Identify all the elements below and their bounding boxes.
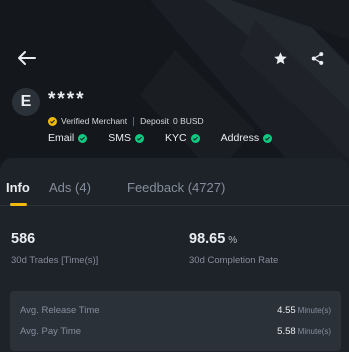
tab-ads[interactable]: Ads (4) xyxy=(49,180,91,195)
avg-release-time-row: Avg. Release Time 4.55 Minute(s) xyxy=(20,300,331,318)
completion-value: 98.65 xyxy=(189,231,226,247)
check-circle-icon xyxy=(190,133,200,143)
verification-email: Email xyxy=(48,132,88,144)
tab-feedback[interactable]: Feedback (4727) xyxy=(127,180,225,195)
avatar: E xyxy=(12,88,40,116)
merchant-name: **** xyxy=(48,89,86,110)
completion-label: 30d Completion Rate xyxy=(189,255,279,266)
verification-row: Email SMS KYC Address xyxy=(48,131,293,145)
profile-header: E **** Verified Merchant Deposit 0 BUSD … xyxy=(0,0,349,175)
tab-info[interactable]: Info xyxy=(6,180,30,195)
deposit-value: 0 BUSD xyxy=(172,116,204,126)
avg-release-time-label: Avg. Release Time xyxy=(20,305,100,316)
badge-divider xyxy=(133,116,135,126)
average-times-box: Avg. Release Time 4.55 Minute(s) Avg. Pay… xyxy=(10,291,341,351)
avg-pay-time-value-group: 5.58 Minute(s) xyxy=(277,321,331,339)
header-background-pattern xyxy=(0,0,349,175)
stat-completion-rate: 98.65% 30d Completion Rate xyxy=(189,231,278,266)
check-circle-icon xyxy=(135,133,145,143)
trades-value: 586 xyxy=(11,231,36,247)
merchant-badge-row: Verified Merchant Deposit 0 BUSD xyxy=(48,114,204,128)
verified-merchant-label: Verified Merchant xyxy=(61,116,128,126)
verification-sms: SMS xyxy=(108,132,145,144)
avg-release-time-value: 4.55 xyxy=(277,305,296,316)
avg-pay-time-label: Avg. Pay Time xyxy=(20,326,82,337)
verified-merchant-icon xyxy=(48,116,57,126)
avg-pay-time-unit: Minute(s) xyxy=(297,327,331,336)
profile-details-panel: Info Ads (4) Feedback (4727) 586 30d Tra… xyxy=(0,158,349,352)
back-arrow-icon[interactable] xyxy=(14,48,38,68)
trades-label: 30d Trades [Time(s)] xyxy=(11,255,99,266)
avg-release-time-unit: Minute(s) xyxy=(297,306,331,315)
verification-kyc: KYC xyxy=(165,132,200,144)
check-circle-icon xyxy=(78,133,88,143)
stat-30d-trades: 586 30d Trades [Time(s)] xyxy=(11,231,98,266)
active-tab-indicator xyxy=(10,203,27,206)
avg-release-time-value-group: 4.55 Minute(s) xyxy=(277,300,331,318)
verification-label: Email xyxy=(48,132,75,144)
avg-pay-time-value: 5.58 xyxy=(277,326,296,337)
share-icon[interactable] xyxy=(307,48,327,68)
merchant-profile-screen: E **** Verified Merchant Deposit 0 BUSD … xyxy=(0,0,349,352)
verification-address: Address xyxy=(221,132,273,144)
check-circle-icon xyxy=(263,133,273,143)
verification-label: SMS xyxy=(108,132,132,144)
verification-label: KYC xyxy=(165,132,187,144)
completion-unit: % xyxy=(228,235,238,246)
deposit-label: Deposit xyxy=(140,116,169,126)
star-icon[interactable] xyxy=(270,48,290,68)
verification-label: Address xyxy=(220,132,260,144)
completion-value-row: 98.65% xyxy=(189,231,278,247)
profile-tabs: Info Ads (4) Feedback (4727) xyxy=(0,158,349,206)
avg-pay-time-row: Avg. Pay Time 5.58 Minute(s) xyxy=(20,321,331,339)
